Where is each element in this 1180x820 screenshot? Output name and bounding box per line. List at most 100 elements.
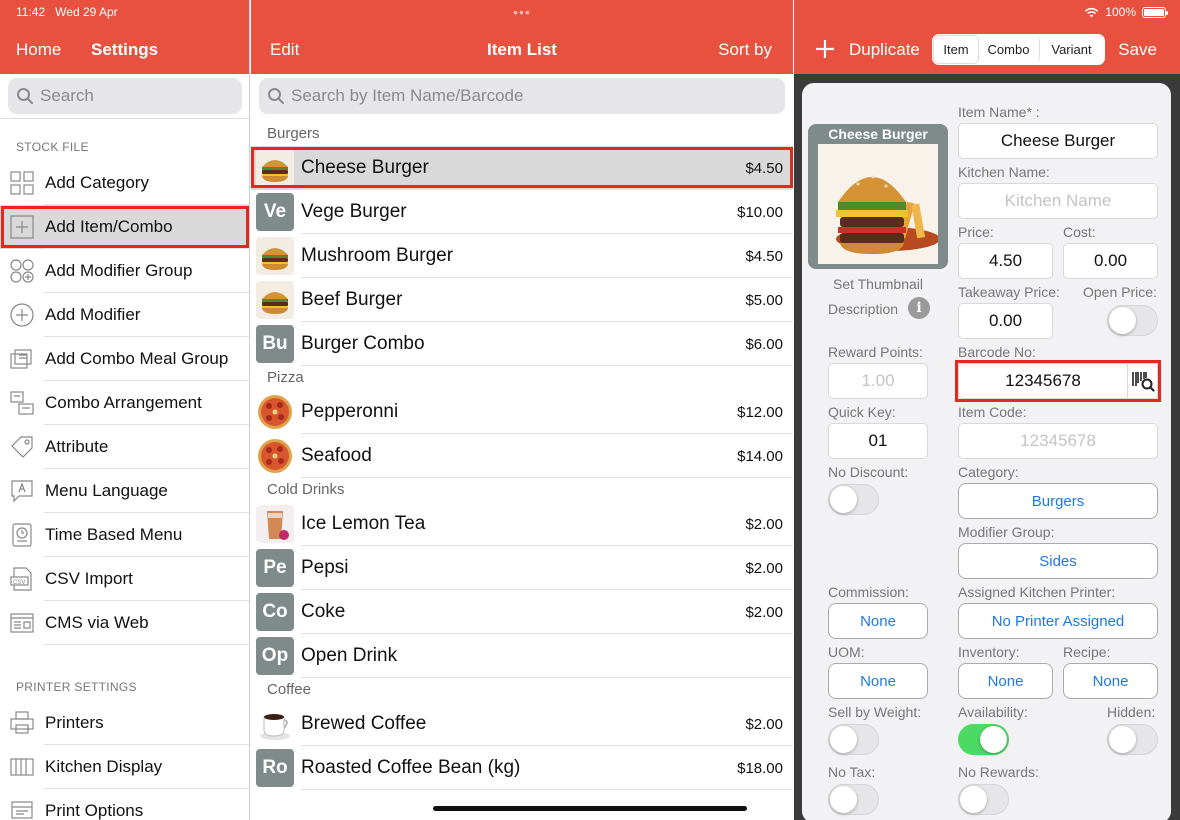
- sidebar-item-menu-language[interactable]: Menu Language: [0, 469, 249, 513]
- item-price: $2.00: [745, 515, 783, 533]
- search-placeholder: Search by Item Name/Barcode: [291, 86, 524, 105]
- sidebar-item-label: Add Item/Combo: [45, 217, 173, 236]
- segment-variant[interactable]: Variant: [1040, 36, 1103, 63]
- sidebar-item-add-modifier[interactable]: Add Modifier: [0, 293, 249, 337]
- commission-label: Commission:: [828, 584, 909, 600]
- takeaway-price-field[interactable]: 0.00: [958, 303, 1053, 339]
- item-row[interactable]: Brewed Coffee $2.00: [251, 702, 793, 746]
- sell-by-weight-label: Sell by Weight:: [828, 704, 922, 720]
- kitchen-name-field[interactable]: Kitchen Name: [958, 183, 1158, 219]
- kitchen-printer-label: Assigned Kitchen Printer:: [958, 584, 1116, 600]
- add-icon[interactable]: [815, 39, 835, 59]
- inventory-button[interactable]: None: [958, 663, 1053, 699]
- open-price-toggle[interactable]: [1107, 305, 1158, 336]
- clock-doc-icon: [9, 522, 35, 548]
- description-label[interactable]: Description: [828, 301, 898, 317]
- item-name-field[interactable]: Cheese Burger: [958, 123, 1158, 159]
- item-row[interactable]: Beef Burger $5.00: [251, 278, 793, 322]
- sidebar-item-print-options[interactable]: Print Options: [0, 789, 249, 820]
- modifier-group-button[interactable]: Sides: [958, 543, 1158, 579]
- item-initials-thumbnail: Ve: [256, 193, 294, 231]
- segment-combo[interactable]: Combo: [978, 36, 1040, 63]
- battery-icon: [1142, 6, 1168, 18]
- item-price: $6.00: [745, 335, 783, 353]
- sidebar-item-kitchen-display[interactable]: Kitchen Display: [0, 745, 249, 789]
- item-code-label: Item Code:: [958, 404, 1027, 420]
- thumbnail-card[interactable]: Cheese Burger: [808, 124, 948, 269]
- item-row[interactable]: Seafood $14.00: [251, 434, 793, 478]
- hidden-toggle[interactable]: [1107, 724, 1158, 755]
- info-icon[interactable]: i: [908, 297, 930, 319]
- availability-toggle[interactable]: [958, 724, 1009, 755]
- barcode-field[interactable]: 12345678: [958, 363, 1128, 399]
- sidebar-item-label: Printers: [45, 713, 104, 732]
- item-detail-panel: Duplicate Item Combo Variant Save Cheese…: [794, 0, 1180, 820]
- item-row[interactable]: Mushroom Burger $4.50: [251, 234, 793, 278]
- category-button[interactable]: Burgers: [958, 483, 1158, 519]
- reward-points-field[interactable]: 1.00: [828, 363, 928, 399]
- sidebar-item-label: Add Modifier: [45, 305, 141, 324]
- price-label: Price:: [958, 224, 994, 240]
- item-row[interactable]: Ro Roasted Coffee Bean (kg) $18.00: [251, 746, 793, 790]
- sidebar-item-add-item-combo[interactable]: Add Item/Combo: [0, 205, 249, 249]
- sidebar-item-csv-import[interactable]: CSV CSV Import: [0, 557, 249, 601]
- settings-search-input[interactable]: Search: [8, 78, 242, 114]
- item-row[interactable]: Pe Pepsi $2.00: [251, 546, 793, 590]
- kitchen-name-label: Kitchen Name:: [958, 164, 1050, 180]
- sort-by-button[interactable]: Sort by: [718, 40, 772, 60]
- sidebar-item-time-based-menu[interactable]: Time Based Menu: [0, 513, 249, 557]
- recipe-button[interactable]: None: [1063, 663, 1158, 699]
- kitchen-printer-button[interactable]: No Printer Assigned: [958, 603, 1158, 639]
- item-row[interactable]: Pepperonni $12.00: [251, 390, 793, 434]
- home-button[interactable]: Home: [16, 40, 61, 60]
- item-row[interactable]: Ice Lemon Tea $2.00: [251, 502, 793, 546]
- sidebar-item-printers[interactable]: Printers: [0, 701, 249, 745]
- item-name: Cheese Burger: [301, 157, 429, 178]
- item-row[interactable]: Ve Vege Burger $10.00: [251, 190, 793, 234]
- wifi-icon: [1085, 7, 1099, 17]
- home-indicator[interactable]: [433, 806, 747, 811]
- no-tax-toggle[interactable]: [828, 784, 879, 815]
- sidebar-item-cms-via-web[interactable]: CMS via Web: [0, 601, 249, 645]
- segment-item[interactable]: Item: [934, 36, 978, 63]
- uom-button[interactable]: None: [828, 663, 928, 699]
- item-list-panel: ••• Edit Item List Sort by Search by Ite…: [251, 0, 793, 820]
- duplicate-button[interactable]: Duplicate: [849, 40, 920, 60]
- sidebar-item-label: CMS via Web: [45, 613, 149, 632]
- sidebar-item-attribute[interactable]: Attribute: [0, 425, 249, 469]
- open-price-label: Open Price:: [1083, 284, 1157, 300]
- price-field[interactable]: 4.50: [958, 243, 1053, 279]
- item-name: Ice Lemon Tea: [301, 513, 426, 534]
- sidebar-item-add-category[interactable]: Add Category: [0, 161, 249, 205]
- no-discount-toggle[interactable]: [828, 484, 879, 515]
- sidebar-item-label: Add Category: [45, 173, 149, 192]
- item-price: $12.00: [737, 403, 783, 421]
- pizza-thumbnail: [256, 393, 294, 431]
- commission-button[interactable]: None: [828, 603, 928, 639]
- item-name: Roasted Coffee Bean (kg): [301, 757, 521, 778]
- sell-by-weight-toggle[interactable]: [828, 724, 879, 755]
- save-button[interactable]: Save: [1118, 40, 1157, 60]
- search-icon: [17, 88, 33, 104]
- quick-key-field[interactable]: 01: [828, 423, 928, 459]
- set-thumbnail-label[interactable]: Set Thumbnail: [808, 276, 948, 292]
- item-row[interactable]: Co Coke $2.00: [251, 590, 793, 634]
- browser-icon: [9, 610, 35, 636]
- sidebar-item-add-combo-meal-group[interactable]: Add Combo Meal Group: [0, 337, 249, 381]
- sidebar-item-combo-arrangement[interactable]: Combo Arrangement: [0, 381, 249, 425]
- barcode-scan-icon[interactable]: [1128, 363, 1158, 399]
- item-row[interactable]: Cheese Burger $4.50: [251, 146, 793, 190]
- item-code-field[interactable]: 12345678: [958, 423, 1158, 459]
- item-row[interactable]: Op Open Drink: [251, 634, 793, 678]
- drink-thumbnail: [256, 505, 294, 543]
- item-name: Pepperonni: [301, 401, 399, 422]
- item-row[interactable]: Bu Burger Combo $6.00: [251, 322, 793, 366]
- item-name: Seafood: [301, 445, 372, 466]
- no-rewards-toggle[interactable]: [958, 784, 1009, 815]
- item-search-input[interactable]: Search by Item Name/Barcode: [259, 78, 785, 114]
- item-price: $10.00: [737, 203, 783, 221]
- search-icon: [268, 88, 284, 104]
- cost-field[interactable]: 0.00: [1063, 243, 1158, 279]
- item-initials-thumbnail: Bu: [256, 325, 294, 363]
- sidebar-item-add-modifier-group[interactable]: Add Modifier Group: [0, 249, 249, 293]
